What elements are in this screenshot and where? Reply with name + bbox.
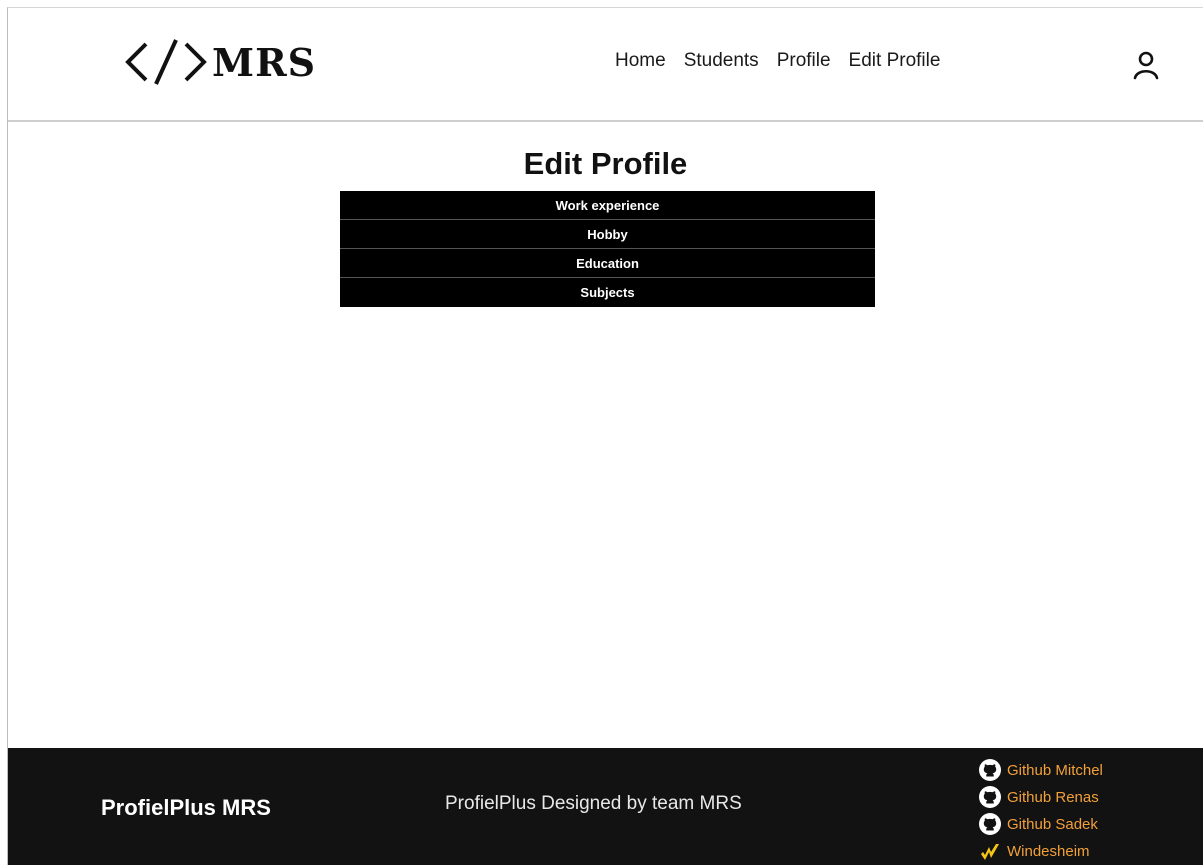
section-subjects[interactable]: Subjects: [340, 278, 875, 307]
main-nav: Home Students Profile Edit Profile: [615, 50, 940, 72]
site-header: MRS Home Students Profile Edit Profile: [8, 8, 1203, 122]
section-education[interactable]: Education: [340, 249, 875, 278]
windesheim-icon: [981, 844, 999, 860]
page: MRS Home Students Profile Edit Profile E…: [7, 7, 1203, 865]
github-icon: [979, 759, 1001, 781]
github-icon: [979, 813, 1001, 835]
github-icon: [979, 786, 1001, 808]
nav-edit-profile[interactable]: Edit Profile: [849, 50, 941, 72]
user-account-button[interactable]: [1131, 50, 1161, 82]
nav-profile[interactable]: Profile: [777, 50, 831, 72]
page-title: Edit Profile: [523, 146, 688, 181]
edit-section-menu: Work experience Hobby Education Subjects: [340, 191, 875, 307]
logo-text: MRS: [212, 39, 317, 85]
footer-link-label: Github Sadek: [1007, 815, 1098, 833]
footer-credit: ProfielPlus Designed by team MRS: [445, 793, 742, 814]
section-hobby[interactable]: Hobby: [340, 220, 875, 249]
nav-students[interactable]: Students: [684, 50, 759, 72]
user-icon: [1133, 51, 1159, 80]
section-work-experience[interactable]: Work experience: [340, 191, 875, 220]
nav-home[interactable]: Home: [615, 50, 666, 72]
footer-link-label: Github Renas: [1007, 788, 1099, 806]
footer-link-label: Windesheim: [1007, 842, 1090, 860]
github-renas-link[interactable]: Github Renas: [978, 785, 1103, 809]
footer-link-label: Github Mitchel: [1007, 761, 1103, 779]
footer-brand: ProfielPlus MRS: [101, 795, 271, 820]
logo[interactable]: MRS: [124, 36, 316, 88]
site-footer: ProfielPlus MRS ProfielPlus Designed by …: [8, 748, 1203, 865]
footer-links: Github Mitchel Github Renas Github Sadek: [978, 758, 1103, 863]
windesheim-link[interactable]: Windesheim: [978, 839, 1103, 863]
github-sadek-link[interactable]: Github Sadek: [978, 812, 1103, 836]
code-brackets-icon: [125, 39, 207, 85]
github-mitchel-link[interactable]: Github Mitchel: [978, 758, 1103, 782]
